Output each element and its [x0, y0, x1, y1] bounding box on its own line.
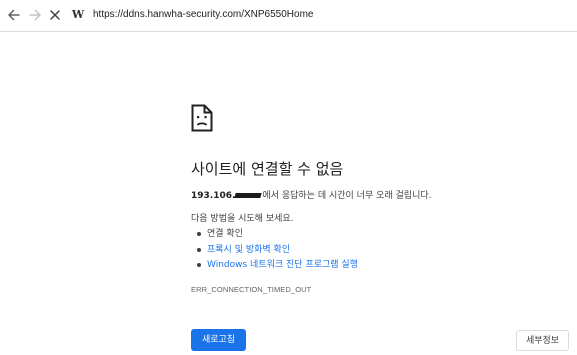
browser-toolbar: W https://ddns.hanwha-security.com/XNP65… — [0, 0, 577, 32]
error-title: 사이트에 연결할 수 없음 — [191, 160, 344, 178]
error-description: 193.106. 에서 응답하는 데 시간이 너무 오래 걸립니다. — [191, 190, 432, 202]
bullet-icon — [197, 232, 201, 236]
list-item: 연결 확인 — [195, 228, 358, 244]
arrow-left-icon[interactable] — [5, 6, 23, 24]
bullet-icon — [197, 247, 201, 252]
sad-document-icon — [191, 104, 213, 132]
error-code: ERR_CONNECTION_TIMED_OUT — [191, 285, 312, 294]
reload-button[interactable]: 새로고침 — [191, 329, 246, 351]
address-bar[interactable]: https://ddns.hanwha-security.com/XNP6550… — [93, 8, 313, 22]
description-text: 에서 응답하는 데 시간이 너무 오래 걸립니다. — [262, 191, 432, 201]
suggestion-network-diagnostics-link[interactable]: Windows 네트워크 진단 프로그램 실행 — [207, 260, 358, 270]
close-icon[interactable] — [46, 6, 64, 24]
suggestion-check-proxy-link[interactable]: 프록시 및 방화벽 확인 — [207, 245, 290, 255]
site-favicon: W — [71, 8, 85, 21]
try-heading: 다음 방법을 시도해 보세요. — [191, 214, 294, 224]
details-button[interactable]: 세부정보 — [516, 330, 569, 351]
host-address: 193.106. — [191, 191, 236, 201]
redaction-mark — [234, 193, 263, 198]
list-item: 프록시 및 방화벽 확인 — [195, 244, 358, 260]
error-page: 사이트에 연결할 수 없음 193.106. 에서 응답하는 데 시간이 너무 오… — [0, 32, 577, 355]
suggestions-list: 연결 확인 프록시 및 방화벽 확인 Windows 네트워크 진단 프로그램 … — [195, 228, 358, 275]
bullet-icon — [197, 263, 201, 267]
list-item: Windows 네트워크 진단 프로그램 실행 — [195, 259, 358, 275]
arrow-right-icon[interactable] — [26, 6, 44, 24]
suggestion-check-connection: 연결 확인 — [207, 229, 243, 239]
